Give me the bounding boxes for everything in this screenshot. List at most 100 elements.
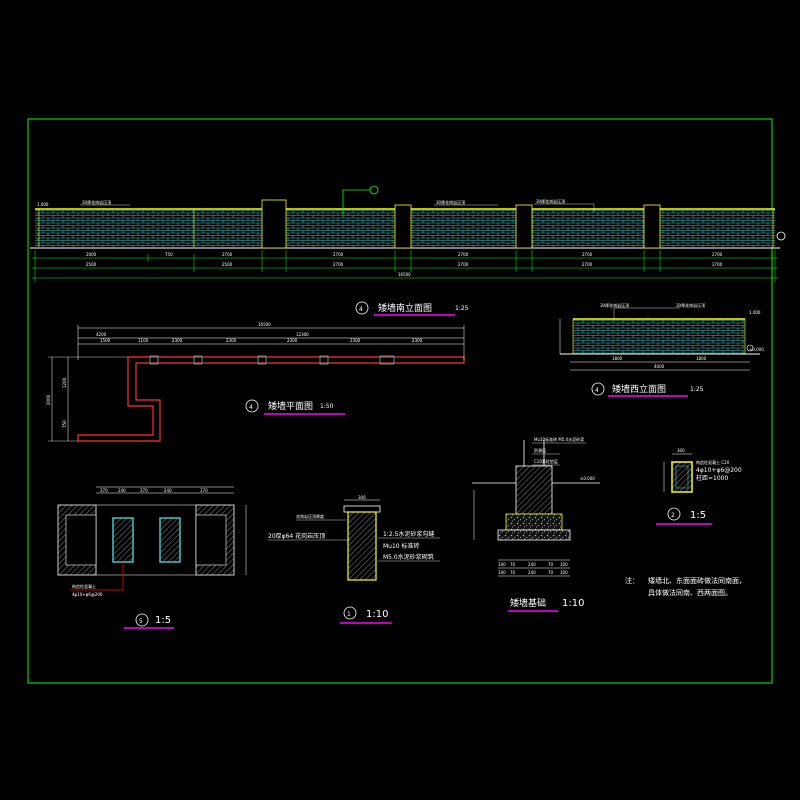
detail-5-dim: 370 bbox=[200, 488, 208, 493]
plan-dim-left: 2000 bbox=[46, 394, 51, 405]
wall-end-mark bbox=[776, 231, 786, 241]
detail-2-view: 300 构造柱混凝土 C20 4φ10+φ6@200 柱距=1000 2 1:5 bbox=[656, 448, 742, 525]
detail-1-number: 1 bbox=[347, 611, 351, 618]
foundation-view: ±0.000 Mu10标准砖 M5.0水泥砂浆 防潮层 C10素砼垫层 100 … bbox=[472, 436, 600, 612]
plan-dim: 4200 bbox=[96, 332, 107, 337]
general-note-line: 具体做法同南、西两面图。 bbox=[648, 588, 732, 597]
south-dim-text: 2700 bbox=[582, 252, 593, 257]
foundation-dim: 70 bbox=[510, 570, 516, 575]
south-dim-text: 2700 bbox=[333, 252, 344, 257]
plan-title-number: 4 bbox=[249, 404, 253, 411]
south-pier bbox=[261, 199, 287, 249]
plan-dim-left: 750 bbox=[62, 420, 67, 428]
plan-title: 矮墙平面图 bbox=[268, 400, 313, 412]
foundation-dim: 240 bbox=[528, 562, 536, 567]
south-title: 矮墙南立面图 bbox=[378, 302, 432, 314]
detail-5-column bbox=[159, 517, 181, 563]
west-level-top: 1.000 bbox=[749, 310, 761, 315]
detail-1-note: 花岗岩压顶厚度 bbox=[296, 513, 324, 519]
west-dim: 1800 bbox=[612, 356, 623, 361]
general-note: 注： 矮墙北、东面面砖做法同南面， 具体做法同南、西两面图。 bbox=[625, 576, 746, 597]
south-title-scale: 1:25 bbox=[455, 305, 469, 312]
detail-2-note: 柱距=1000 bbox=[696, 474, 728, 482]
south-dim-text: 2500 bbox=[86, 262, 97, 267]
general-note-label: 注： bbox=[625, 576, 639, 585]
detail-5-view: 370 240 370 240 370 构造柱混凝土 4φ10+φ6@200 5… bbox=[57, 486, 247, 629]
south-dim-text: 2500 bbox=[222, 262, 233, 267]
south-pier bbox=[643, 204, 661, 249]
west-title-scale: 1:25 bbox=[690, 386, 704, 393]
west-dim: 1800 bbox=[696, 356, 707, 361]
detail-5-number: 5 bbox=[139, 618, 143, 625]
detail-5-note: 构造柱混凝土 bbox=[72, 583, 96, 589]
south-dim-text: 2700 bbox=[222, 252, 233, 257]
south-dim-text: 2700 bbox=[712, 262, 723, 267]
detail-1-note: 20厚φ64 花岗岩压顶 bbox=[268, 532, 325, 540]
foundation-note: Mu10标准砖 M5.0水泥砂浆 bbox=[534, 436, 584, 442]
south-level: 1.000 bbox=[37, 202, 49, 207]
plan-dim-total: 16500 bbox=[258, 322, 271, 327]
south-note: 30厚花岗岩压顶 bbox=[82, 199, 111, 205]
detail-2-note: 4φ10+φ6@200 bbox=[696, 467, 742, 474]
detail-2-number: 2 bbox=[671, 512, 675, 519]
plan-dim: 1500 bbox=[100, 338, 111, 343]
detail-1-note: 1:2.5水泥砂浆勾缝 bbox=[383, 530, 434, 538]
detail-1-dim: 300 bbox=[358, 495, 366, 500]
detail-2-note: 构造柱混凝土 C20 bbox=[696, 459, 730, 465]
south-dim-text: 2700 bbox=[458, 262, 469, 267]
foundation-dim: 70 bbox=[510, 562, 516, 567]
south-dim-text: 750 bbox=[165, 252, 173, 257]
south-pier bbox=[515, 204, 533, 249]
foundation-footing bbox=[505, 513, 563, 531]
west-note: 30厚花岗岩压顶 bbox=[676, 302, 705, 308]
detail-5-dim: 370 bbox=[140, 488, 148, 493]
detail-5-dim: 240 bbox=[164, 488, 172, 493]
detail-1-view: 300 花岗岩压顶厚度 20厚φ64 花岗岩压顶 1:2.5水泥砂浆勾缝 Mu1… bbox=[268, 495, 440, 624]
foundation-title: 矮墙基础 bbox=[510, 597, 546, 609]
west-elevation-view: 1.000 ±0.000 30厚花岗岩压顶 30厚花岗岩压顶 1800 1800… bbox=[559, 302, 764, 397]
foundation-dim: 70 bbox=[548, 570, 554, 575]
foundation-dim: 100 bbox=[560, 570, 568, 575]
detail-1-wall bbox=[347, 511, 377, 581]
west-note: 30厚花岗岩压顶 bbox=[600, 302, 629, 308]
west-level-bottom: ±0.000 bbox=[749, 347, 764, 352]
plan-dim: 2300 bbox=[172, 338, 183, 343]
west-wall-bricks bbox=[573, 319, 745, 354]
south-title-number: 4 bbox=[359, 306, 363, 313]
foundation-note: 防潮层 bbox=[534, 447, 546, 453]
general-note-line: 矮墙北、东面面砖做法同南面， bbox=[648, 576, 746, 585]
south-pier bbox=[394, 204, 412, 249]
south-dim-text: 2700 bbox=[582, 262, 593, 267]
south-elevation-view: 1.000 30厚花岗岩压顶 30厚花岗岩压顶 30厚花岗岩压顶 2000 75… bbox=[30, 185, 786, 316]
detail-5-column bbox=[112, 517, 134, 563]
plan-dim: 2300 bbox=[412, 338, 423, 343]
plan-view: 16500 4200 12300 1500 1100 2300 2300 230… bbox=[46, 322, 465, 442]
detail-5-dim: 240 bbox=[118, 488, 126, 493]
south-dim-text: 2700 bbox=[712, 252, 723, 257]
foundation-note: C10素砼垫层 bbox=[534, 458, 558, 464]
south-note: 30厚花岗岩压顶 bbox=[536, 198, 565, 204]
detail-1-note: Mu10 标准砖 bbox=[383, 542, 420, 550]
plan-dim: 2300 bbox=[226, 338, 237, 343]
south-dim-text: 2700 bbox=[458, 252, 469, 257]
foundation-dim: 240 bbox=[528, 570, 536, 575]
foundation-wall bbox=[515, 465, 553, 515]
sheet-border bbox=[27, 118, 773, 684]
foundation-level: ±0.000 bbox=[580, 476, 595, 481]
detail-5-dim: 370 bbox=[100, 488, 108, 493]
foundation-scale: 1:10 bbox=[562, 598, 584, 609]
plan-dim: 12300 bbox=[296, 332, 309, 337]
west-title-number: 4 bbox=[595, 387, 599, 394]
detail-2-scale: 1:5 bbox=[690, 510, 706, 521]
plan-dim-left: 1200 bbox=[62, 377, 67, 388]
plan-dim: 2300 bbox=[287, 338, 298, 343]
plan-title-scale: 1:50 bbox=[320, 403, 334, 410]
west-dim-total: 4000 bbox=[654, 364, 665, 369]
detail-1-scale: 1:10 bbox=[366, 609, 388, 620]
plan-wall-outline bbox=[77, 356, 465, 442]
plan-dim: 1100 bbox=[138, 338, 149, 343]
detail-1-note: M5.0水泥砂浆砌筑 bbox=[383, 553, 434, 561]
foundation-dim: 100 bbox=[560, 562, 568, 567]
foundation-dim: 70 bbox=[548, 562, 554, 567]
cad-drawing-sheet: 1.000 30厚花岗岩压顶 30厚花岗岩压顶 30厚花岗岩压顶 2000 75… bbox=[27, 118, 786, 684]
